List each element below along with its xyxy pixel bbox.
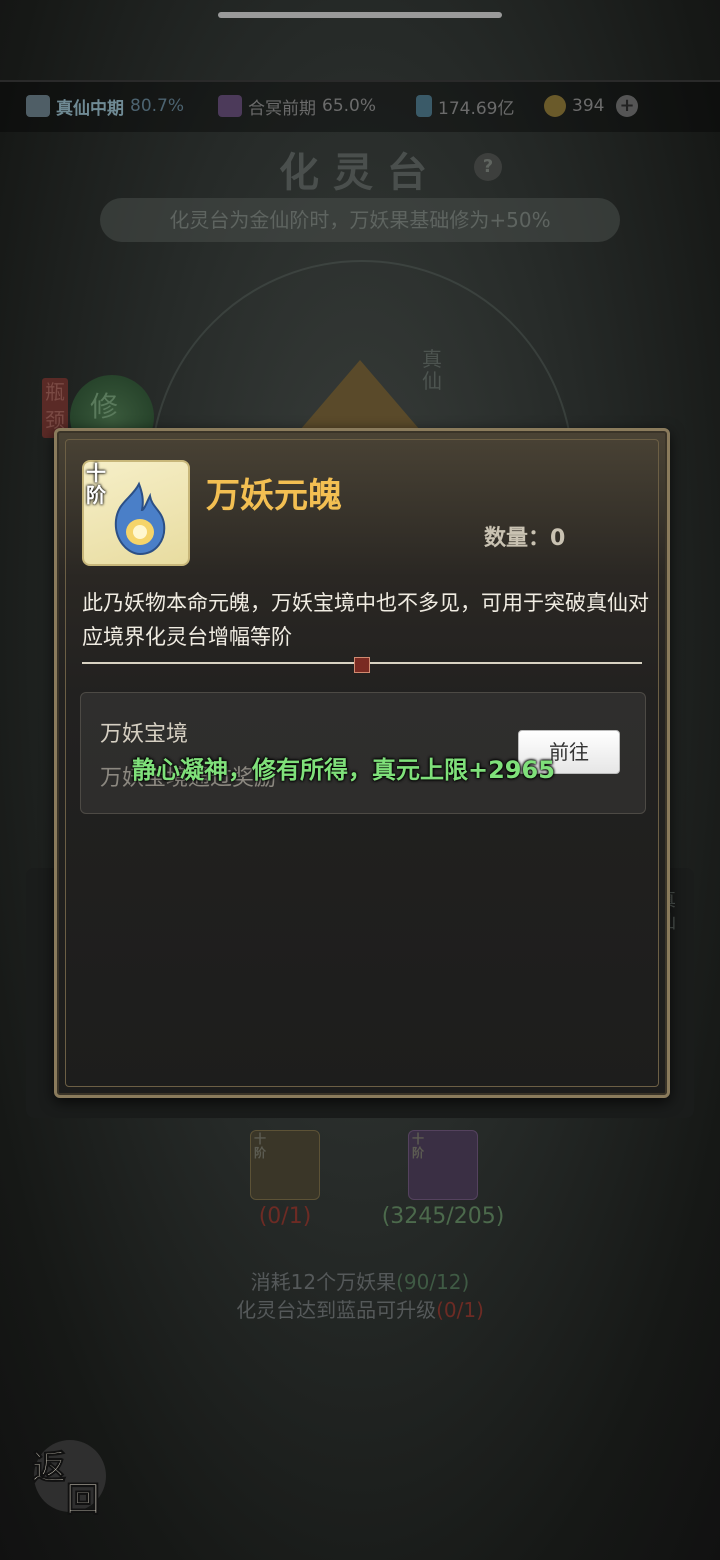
page-title: 化灵台 — [279, 149, 441, 196]
gem-icon — [544, 95, 566, 117]
status-notch — [218, 12, 502, 18]
realm-percent: 80.7% — [130, 96, 185, 116]
spirit-stones-stat[interactable]: 174.69亿 — [416, 92, 514, 120]
requirement-2-progress: (0/1) — [436, 1298, 484, 1322]
realm-stat[interactable]: 真仙中期 80.7% — [26, 92, 184, 120]
blue-flame-icon — [114, 481, 166, 556]
requirement-2-text: 化灵台达到蓝品可升级 — [236, 1298, 437, 1322]
screen-root: 真仙中期 80.7% 合冥前期 65.0% 174.69亿 394 + 化灵台 … — [0, 0, 720, 1560]
sub-realm-name: 合冥前期 — [248, 98, 316, 119]
gems-value: 394 — [572, 96, 605, 116]
divider-ornament — [354, 657, 370, 673]
back-char-2: 回 — [66, 1480, 101, 1521]
toast-message: 静心凝神，修有所得，真元上限+2965 — [132, 756, 555, 784]
item-quantity: 数量：0 — [484, 520, 565, 552]
material-tier-1: 十阶 — [254, 1132, 267, 1160]
requirement-1-text: 消耗12个万妖果 — [250, 1270, 397, 1294]
spirit-stone-icon — [416, 95, 432, 117]
material-count-2: (3245/205) — [381, 1204, 505, 1229]
sub-realm-stat[interactable]: 合冥前期 65.0% — [218, 92, 376, 120]
back-button[interactable]: 返 回 — [30, 1440, 110, 1521]
material-count-1: (0/1) — [258, 1204, 312, 1229]
requirement-line-2: 化灵台达到蓝品可升级(0/1) — [0, 1294, 720, 1323]
add-gems-button[interactable]: + — [616, 95, 638, 117]
item-description: 此乃妖物本命元魄，万妖宝境中也不多见，可用于突破真仙对应境界化灵台增幅等阶 — [82, 591, 649, 649]
requirement-line-1: 消耗12个万妖果(90/12) — [0, 1266, 720, 1295]
requirement-1-progress: (90/12) — [396, 1270, 470, 1294]
source-title: 万妖宝境 — [100, 722, 189, 747]
back-char-1: 返 — [32, 1448, 67, 1489]
realm-name: 真仙中期 — [56, 98, 124, 119]
wheel-label-zhenxian: 真仙 — [422, 347, 442, 393]
sub-realm-icon — [218, 95, 242, 117]
mountain-art — [300, 360, 420, 430]
sub-realm-percent: 65.0% — [322, 96, 377, 116]
info-banner: 化灵台为金仙阶时，万妖果基础修为+50% — [100, 198, 620, 242]
quantity-value: 0 — [550, 526, 566, 551]
quantity-label: 数量： — [484, 526, 551, 551]
help-button[interactable]: ? — [474, 153, 502, 181]
gems-stat[interactable]: 394 — [544, 92, 604, 120]
item-tier: 十阶 — [86, 461, 106, 507]
cultivate-orb-label: 修 — [90, 390, 119, 423]
spirit-stones-value: 174.69亿 — [438, 98, 515, 119]
realm-icon — [26, 95, 50, 117]
material-tier-2: 十阶 — [412, 1132, 425, 1160]
item-name: 万妖元魄 — [206, 476, 342, 516]
